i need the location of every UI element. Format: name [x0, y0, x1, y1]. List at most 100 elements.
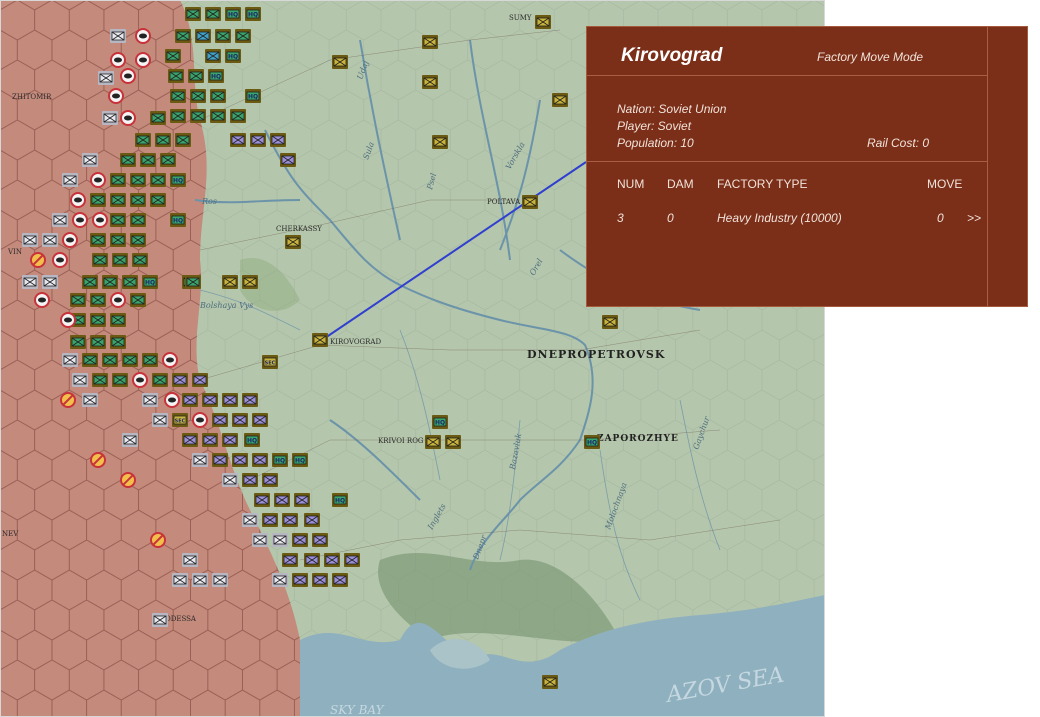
soviet-unit-counter[interactable]: HQ: [292, 453, 308, 467]
factory-counter[interactable]: [285, 235, 301, 249]
axis-unit-counter[interactable]: [272, 533, 288, 547]
soviet-unit-counter[interactable]: HQ: [245, 7, 261, 21]
axis-unit-counter[interactable]: [192, 573, 208, 587]
axis-unit-counter[interactable]: [282, 553, 298, 567]
axis-unit-counter[interactable]: [344, 553, 360, 567]
armor-unit-counter[interactable]: [135, 28, 151, 44]
axis-unit-counter[interactable]: [312, 533, 328, 547]
axis-unit-counter[interactable]: [142, 393, 158, 407]
soviet-unit-counter[interactable]: [92, 373, 108, 387]
axis-unit-counter[interactable]: [324, 553, 340, 567]
air-unit-counter[interactable]: [150, 532, 166, 548]
soviet-unit-counter[interactable]: [150, 173, 166, 187]
axis-unit-counter[interactable]: [42, 233, 58, 247]
soviet-unit-counter[interactable]: HQ: [225, 49, 241, 63]
armor-unit-counter[interactable]: [70, 192, 86, 208]
soviet-unit-counter[interactable]: [205, 49, 221, 63]
axis-unit-counter[interactable]: [152, 613, 168, 627]
soviet-unit-counter[interactable]: [175, 29, 191, 43]
soviet-unit-counter[interactable]: [210, 89, 226, 103]
axis-unit-counter[interactable]: [280, 153, 296, 167]
soviet-unit-counter[interactable]: [170, 89, 186, 103]
axis-unit-counter[interactable]: [52, 213, 68, 227]
armor-unit-counter[interactable]: [110, 52, 126, 68]
factory-counter[interactable]: [602, 315, 618, 329]
soviet-unit-counter[interactable]: [70, 293, 86, 307]
armor-unit-counter[interactable]: [110, 292, 126, 308]
axis-unit-counter[interactable]: [82, 153, 98, 167]
soviet-unit-counter[interactable]: [132, 253, 148, 267]
soviet-unit-counter[interactable]: [110, 173, 126, 187]
axis-unit-counter[interactable]: [182, 433, 198, 447]
axis-unit-counter[interactable]: [72, 373, 88, 387]
soviet-unit-counter[interactable]: SEC: [262, 355, 278, 369]
soviet-unit-counter[interactable]: [235, 29, 251, 43]
soviet-unit-counter[interactable]: HQ: [142, 275, 158, 289]
axis-unit-counter[interactable]: [102, 111, 118, 125]
soviet-unit-counter[interactable]: [130, 193, 146, 207]
axis-unit-counter[interactable]: [192, 453, 208, 467]
armor-unit-counter[interactable]: [90, 172, 106, 188]
soviet-unit-counter[interactable]: HQ: [432, 415, 448, 429]
soviet-unit-counter[interactable]: [152, 373, 168, 387]
factory-counter[interactable]: [222, 275, 238, 289]
soviet-unit-counter[interactable]: [112, 253, 128, 267]
factory-counter[interactable]: [422, 75, 438, 89]
soviet-unit-counter[interactable]: [205, 7, 221, 21]
axis-unit-counter[interactable]: [122, 433, 138, 447]
soviet-unit-counter[interactable]: [90, 313, 106, 327]
soviet-unit-counter[interactable]: [210, 109, 226, 123]
armor-unit-counter[interactable]: [132, 372, 148, 388]
axis-unit-counter[interactable]: [292, 573, 308, 587]
soviet-unit-counter[interactable]: [185, 7, 201, 21]
soviet-unit-counter[interactable]: [170, 109, 186, 123]
axis-unit-counter[interactable]: [242, 393, 258, 407]
soviet-unit-counter[interactable]: HQ: [272, 453, 288, 467]
axis-unit-counter[interactable]: [22, 275, 38, 289]
soviet-unit-counter[interactable]: [122, 275, 138, 289]
soviet-unit-counter[interactable]: [142, 353, 158, 367]
air-unit-counter[interactable]: [120, 472, 136, 488]
soviet-unit-counter[interactable]: [122, 353, 138, 367]
armor-unit-counter[interactable]: [120, 68, 136, 84]
axis-unit-counter[interactable]: [172, 573, 188, 587]
axis-unit-counter[interactable]: [222, 433, 238, 447]
axis-unit-counter[interactable]: [42, 275, 58, 289]
factory-counter[interactable]: [522, 195, 538, 209]
air-unit-counter[interactable]: [60, 392, 76, 408]
armor-unit-counter[interactable]: [72, 212, 88, 228]
factory-counter[interactable]: [312, 333, 328, 347]
soviet-unit-counter[interactable]: [165, 49, 181, 63]
soviet-unit-counter[interactable]: [150, 193, 166, 207]
armor-unit-counter[interactable]: [34, 292, 50, 308]
armor-unit-counter[interactable]: [60, 312, 76, 328]
soviet-unit-counter[interactable]: [90, 335, 106, 349]
factory-counter[interactable]: [432, 135, 448, 149]
factory-counter[interactable]: [332, 55, 348, 69]
soviet-unit-counter[interactable]: HQ: [244, 433, 260, 447]
soviet-unit-counter[interactable]: [110, 193, 126, 207]
soviet-unit-counter[interactable]: HQ: [208, 69, 224, 83]
axis-unit-counter[interactable]: [252, 453, 268, 467]
soviet-unit-counter[interactable]: [190, 89, 206, 103]
axis-unit-counter[interactable]: [242, 473, 258, 487]
soviet-unit-counter[interactable]: [110, 213, 126, 227]
axis-unit-counter[interactable]: [272, 573, 288, 587]
soviet-unit-counter[interactable]: [130, 173, 146, 187]
axis-unit-counter[interactable]: [182, 393, 198, 407]
soviet-unit-counter[interactable]: [82, 353, 98, 367]
armor-unit-counter[interactable]: [108, 88, 124, 104]
armor-unit-counter[interactable]: [62, 232, 78, 248]
axis-unit-counter[interactable]: [222, 473, 238, 487]
armor-unit-counter[interactable]: [164, 392, 180, 408]
factory-counter[interactable]: [535, 15, 551, 29]
axis-unit-counter[interactable]: [212, 573, 228, 587]
armor-unit-counter[interactable]: [192, 412, 208, 428]
axis-unit-counter[interactable]: [262, 513, 278, 527]
axis-unit-counter[interactable]: [250, 133, 266, 147]
axis-unit-counter[interactable]: [304, 553, 320, 567]
soviet-unit-counter[interactable]: [92, 253, 108, 267]
soviet-unit-counter[interactable]: [90, 233, 106, 247]
soviet-unit-counter[interactable]: [155, 133, 171, 147]
armor-unit-counter[interactable]: [162, 352, 178, 368]
